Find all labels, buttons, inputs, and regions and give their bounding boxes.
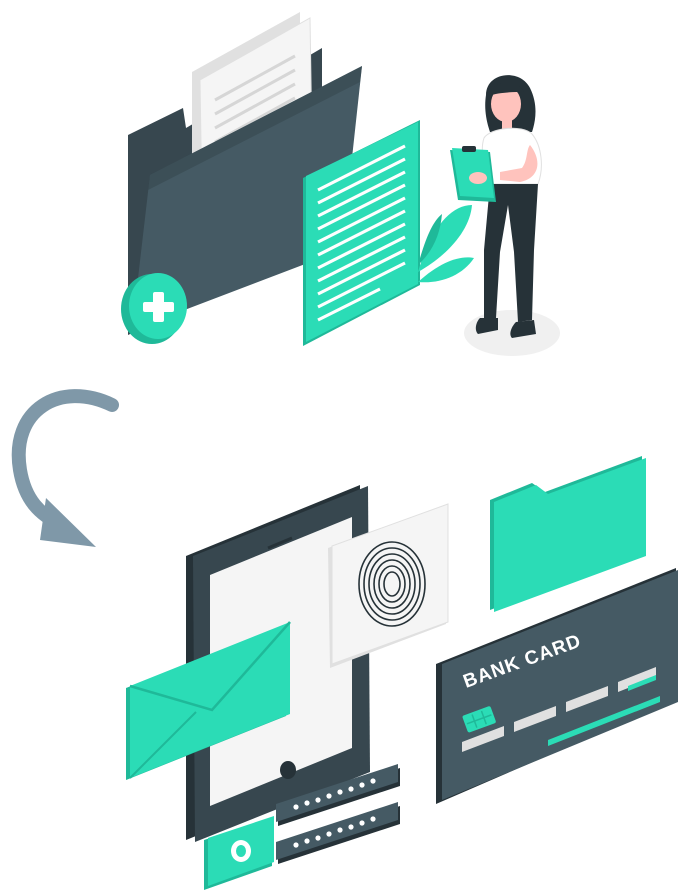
folder-icon	[490, 456, 646, 612]
curved-arrow-icon	[11, 389, 119, 547]
plus-badge-icon	[121, 273, 187, 344]
bank-card-icon: BANK CARD	[436, 568, 678, 804]
plant-icon	[418, 205, 474, 283]
digital-transformation-illustration: BANK CARD	[11, 12, 678, 890]
